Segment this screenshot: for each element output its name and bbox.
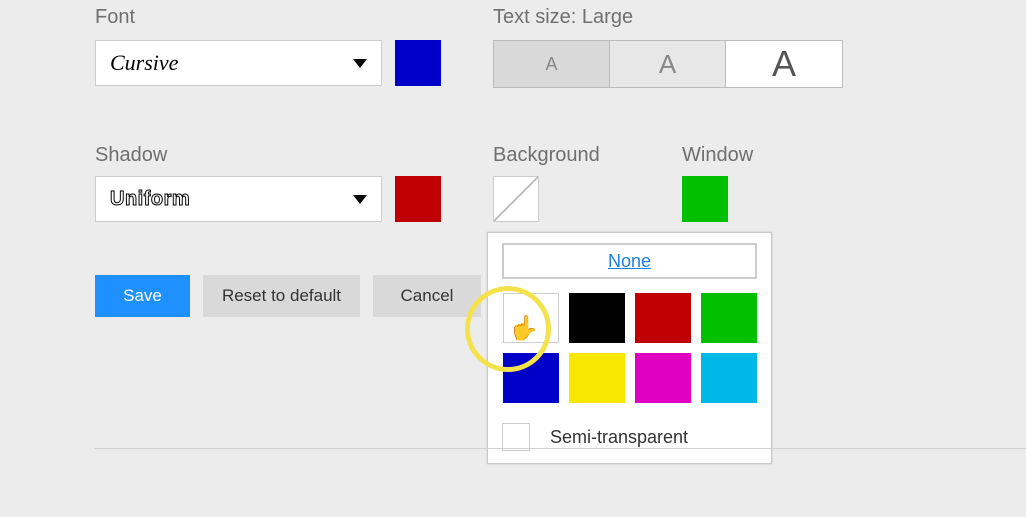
color-swatch-white[interactable] [503, 293, 559, 343]
checkbox-icon [502, 423, 530, 451]
cancel-button[interactable]: Cancel [373, 275, 481, 317]
color-swatch-magenta[interactable] [635, 353, 691, 403]
font-value: Cursive [110, 50, 178, 76]
window-color-swatch[interactable] [682, 176, 728, 222]
font-color-swatch[interactable] [395, 40, 441, 86]
font-select[interactable]: Cursive [95, 40, 382, 86]
background-color-swatch[interactable] [493, 176, 539, 222]
reset-to-default-button[interactable]: Reset to default [203, 275, 360, 317]
shadow-label: Shadow [95, 144, 167, 167]
color-grid [498, 293, 761, 403]
color-swatch-cyan[interactable] [701, 353, 757, 403]
chevron-down-icon [353, 195, 367, 204]
text-size-large[interactable]: A [726, 41, 842, 87]
color-swatch-blue[interactable] [503, 353, 559, 403]
text-size-label: Text size: Large [493, 6, 633, 29]
window-label: Window [682, 144, 753, 167]
chevron-down-icon [353, 59, 367, 68]
text-size-medium[interactable]: A [610, 41, 726, 87]
text-size-group: A A A [493, 40, 843, 88]
text-size-small[interactable]: A [494, 41, 610, 87]
font-label: Font [95, 6, 135, 29]
shadow-color-swatch[interactable] [395, 176, 441, 222]
color-swatch-red[interactable] [635, 293, 691, 343]
color-swatch-black[interactable] [569, 293, 625, 343]
color-none-label: None [608, 251, 651, 272]
background-label: Background [493, 144, 600, 167]
color-swatch-yellow[interactable] [569, 353, 625, 403]
shadow-value: Uniform [110, 188, 190, 211]
divider [95, 448, 1026, 449]
color-swatch-green[interactable] [701, 293, 757, 343]
shadow-select[interactable]: Uniform [95, 176, 382, 222]
color-picker-popup: None Semi-transparent [487, 232, 772, 464]
color-none-button[interactable]: None [502, 243, 757, 279]
semi-transparent-label: Semi-transparent [550, 427, 688, 448]
save-button[interactable]: Save [95, 275, 190, 317]
